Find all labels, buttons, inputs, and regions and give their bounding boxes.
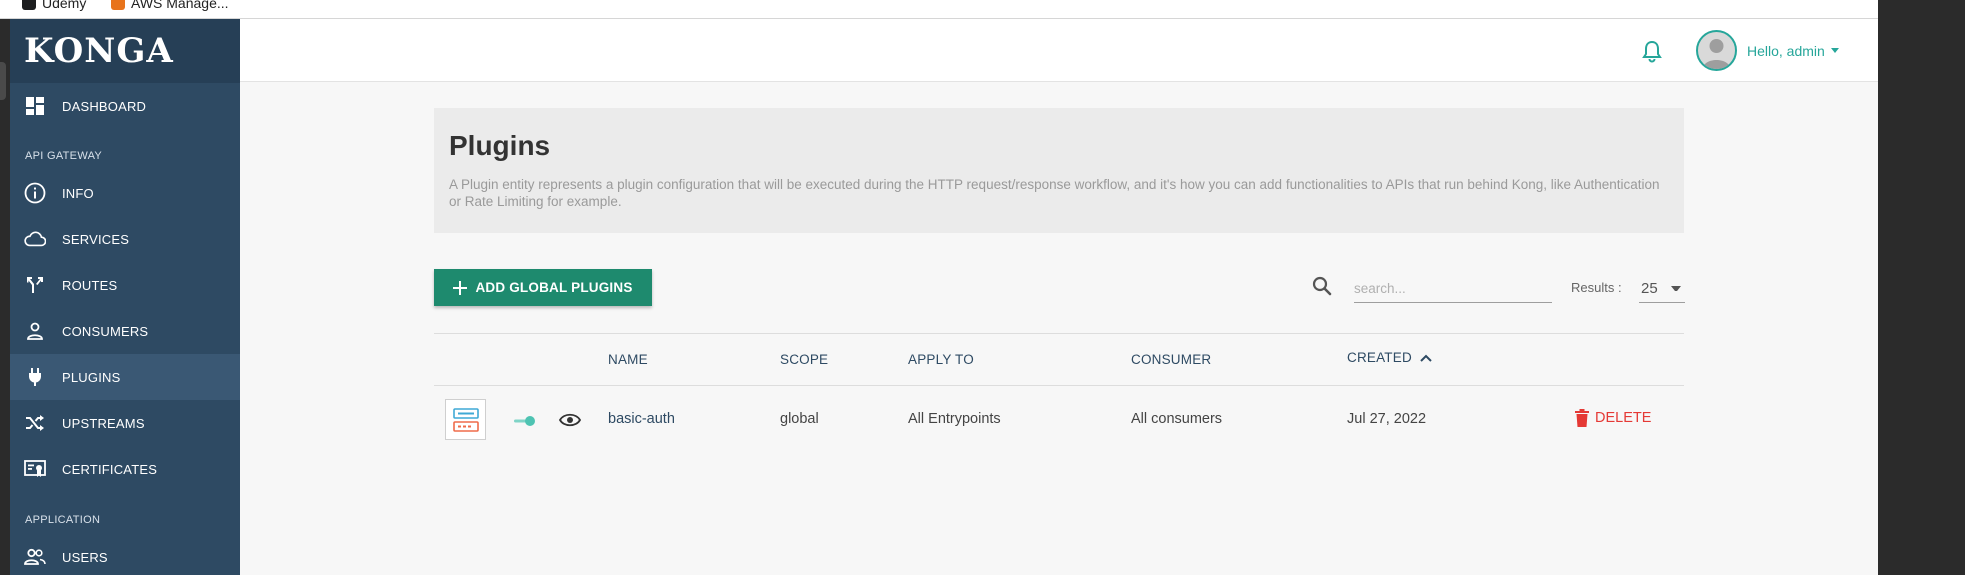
search-input[interactable] <box>1354 275 1552 303</box>
brand-logo[interactable]: KONGA <box>10 19 240 83</box>
table-divider <box>434 333 1684 334</box>
bookmark-aws[interactable]: AWS Manage... <box>111 0 229 11</box>
sidebar-item-certificates[interactable]: CERTIFICATES <box>10 446 240 492</box>
top-bar: Hello, admin <box>240 19 1878 82</box>
sort-ascending-icon <box>1420 354 1432 362</box>
plugin-name-link[interactable]: basic-auth <box>608 411 675 427</box>
column-header-scope[interactable]: SCOPE <box>780 352 828 367</box>
column-header-consumer[interactable]: CONSUMER <box>1131 352 1211 367</box>
page-header: Plugins A Plugin entity represents a plu… <box>434 108 1684 233</box>
eye-icon[interactable] <box>558 410 582 430</box>
chevron-down-icon <box>1830 48 1839 53</box>
person-icon <box>24 320 46 342</box>
plus-icon <box>453 280 468 295</box>
window-edge <box>0 62 6 100</box>
shuffle-icon <box>24 412 46 434</box>
cloud-icon <box>24 228 46 250</box>
plugin-basic-auth-icon <box>445 399 486 440</box>
sidebar-item-routes[interactable]: ROUTES <box>10 262 240 308</box>
section-api-gateway: API GATEWAY <box>25 150 103 162</box>
plugin-enabled-toggle[interactable] <box>514 414 536 426</box>
route-fork-icon <box>24 274 46 296</box>
desktop-background <box>1878 0 1965 575</box>
page-description: A Plugin entity represents a plugin conf… <box>449 177 1660 209</box>
plug-icon <box>24 366 46 388</box>
sidebar-item-services[interactable]: SERVICES <box>10 216 240 262</box>
users-icon <box>24 546 46 568</box>
table-divider <box>434 385 1684 386</box>
user-menu[interactable]: Hello, admin <box>1696 30 1839 71</box>
sidebar-item-plugins[interactable]: PLUGINS <box>10 354 240 400</box>
avatar <box>1696 30 1737 71</box>
column-header-name[interactable]: NAME <box>608 352 648 367</box>
bookmarks-bar: Udemy AWS Manage... <box>0 0 1878 19</box>
trash-icon <box>1575 409 1589 427</box>
delete-button[interactable]: DELETE <box>1575 409 1651 427</box>
certificate-icon <box>24 458 46 480</box>
plugin-scope: global <box>780 411 819 427</box>
sidebar-item-consumers[interactable]: CONSUMERS <box>10 308 240 354</box>
chevron-down-icon <box>1671 286 1681 291</box>
results-label: Results : <box>1571 280 1622 295</box>
bell-icon[interactable] <box>1641 39 1663 63</box>
column-header-apply-to[interactable]: APPLY TO <box>908 352 974 367</box>
section-application: APPLICATION <box>25 514 101 526</box>
aws-icon <box>111 0 125 10</box>
plugin-consumer: All consumers <box>1131 411 1223 427</box>
page-title: Plugins <box>449 130 551 161</box>
add-global-plugins-button[interactable]: ADD GLOBAL PLUGINS <box>434 269 652 306</box>
user-greeting: Hello, admin <box>1747 43 1839 59</box>
bookmark-udemy[interactable]: Udemy <box>22 0 86 11</box>
plugin-created-date: Jul 27, 2022 <box>1347 411 1427 427</box>
info-icon <box>24 182 46 204</box>
main-content: Hello, admin Plugins A Plugin entity rep… <box>240 19 1878 575</box>
sidebar-item-dashboard[interactable]: DASHBOARD <box>10 83 240 129</box>
sidebar-item-upstreams[interactable]: UPSTREAMS <box>10 400 240 446</box>
udemy-icon <box>22 0 36 10</box>
column-header-created[interactable]: CREATED <box>1347 350 1432 365</box>
sidebar-item-users[interactable]: USERS <box>10 534 240 575</box>
search-icon[interactable] <box>1311 275 1333 297</box>
sidebar-item-info[interactable]: INFO <box>10 170 240 216</box>
results-per-page-select[interactable]: 25 <box>1639 275 1685 303</box>
sidebar: KONGA DASHBOARD API GATEWAY INFO SERVICE… <box>10 19 240 575</box>
dashboard-icon <box>24 95 46 117</box>
plugin-apply-to: All Entrypoints <box>908 411 1001 427</box>
